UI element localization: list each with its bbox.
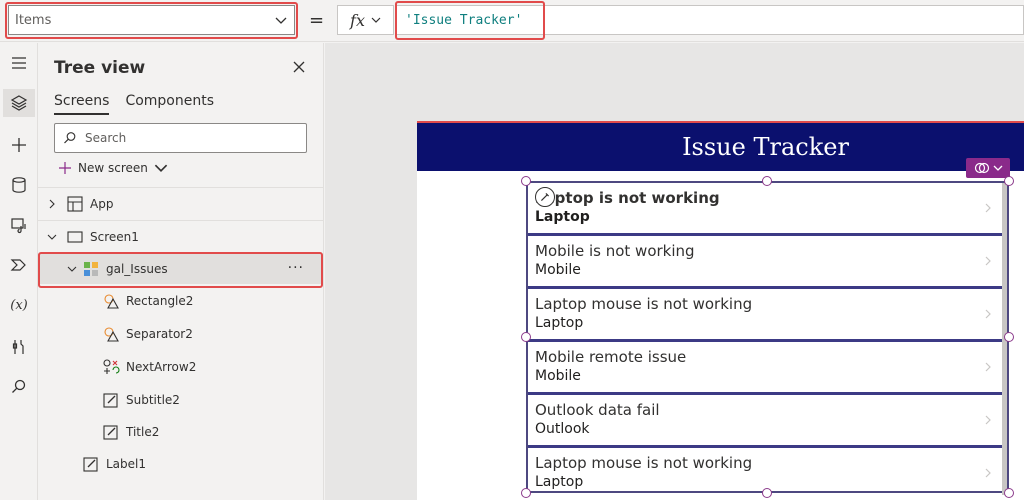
tree-node-title2[interactable]: Title2 <box>38 417 324 447</box>
app-header: Issue Tracker <box>417 121 1024 171</box>
chevron-down-icon <box>154 164 168 172</box>
chevron-right-icon[interactable] <box>983 360 993 374</box>
row-subtitle: Laptop <box>535 315 584 331</box>
tree-node-label: App <box>90 197 114 211</box>
tree-node-label: Separator2 <box>126 327 193 341</box>
power-apps-studio: Items = fx 'Issue Tracker' (x) Tree view… <box>0 0 1024 500</box>
shape-icon <box>104 294 119 309</box>
screen-icon <box>67 231 83 243</box>
formula-bar: Items = fx 'Issue Tracker' <box>0 0 1024 42</box>
row-title: Laptop mouse is not working <box>535 454 753 472</box>
chevron-down-icon <box>371 17 381 23</box>
search-icon[interactable] <box>3 373 35 401</box>
tree-node-label1[interactable]: Label1 <box>38 449 324 479</box>
tab-components[interactable]: Components <box>125 93 214 115</box>
app-screen: Issue Tracker Laptop is not working Lapt… <box>417 121 1024 500</box>
tree-node-app[interactable]: App <box>38 189 324 219</box>
tree-view-tabs: Screens Components <box>54 93 214 115</box>
database-icon[interactable] <box>3 171 35 199</box>
close-icon[interactable] <box>291 59 307 75</box>
power-automate-icon[interactable] <box>3 251 35 279</box>
gallery-badge[interactable] <box>966 158 1010 178</box>
row-title: Laptop mouse is not working <box>535 295 753 313</box>
plus-icon <box>59 162 71 174</box>
new-screen-label: New screen <box>78 161 148 175</box>
tree-node-label: Rectangle2 <box>126 294 194 308</box>
row-subtitle: Outlook <box>535 421 590 437</box>
resize-handle[interactable] <box>1004 488 1014 498</box>
divider <box>38 187 324 188</box>
tree-node-rectangle2[interactable]: Rectangle2 <box>38 286 324 316</box>
search-icon <box>64 132 76 144</box>
chevron-right-icon[interactable] <box>983 254 993 268</box>
fx-icon: fx <box>350 10 365 30</box>
divider <box>38 220 324 221</box>
icon-control-icon <box>103 359 120 374</box>
property-highlight-box <box>5 2 298 39</box>
label-icon <box>103 425 118 440</box>
resize-handle[interactable] <box>762 176 772 186</box>
variables-icon[interactable]: (x) <box>3 291 35 319</box>
resize-handle[interactable] <box>762 488 772 498</box>
chevron-right-icon[interactable] <box>983 307 993 321</box>
tools-icon[interactable] <box>3 333 35 361</box>
gallery-row[interactable]: Mobile is not working Mobile <box>528 236 1007 289</box>
tree-node-label: Label1 <box>106 457 147 471</box>
chevron-right-icon <box>49 199 55 209</box>
plus-icon[interactable] <box>3 131 35 159</box>
equals-sign: = <box>309 10 325 31</box>
tree-node-separator2[interactable]: Separator2 <box>38 319 324 349</box>
design-canvas: Issue Tracker Laptop is not working Lapt… <box>325 43 1024 500</box>
tree-node-label: Subtitle2 <box>126 393 180 407</box>
row-title: Mobile remote issue <box>535 348 687 366</box>
media-icon[interactable] <box>3 211 35 239</box>
row-subtitle: Laptop <box>535 209 590 225</box>
layers-icon[interactable] <box>3 89 35 117</box>
resize-handle[interactable] <box>1004 176 1014 186</box>
row-title: Laptop is not working <box>535 189 720 207</box>
tree-node-label: Title2 <box>126 425 160 439</box>
formula-highlight-box <box>395 1 545 40</box>
resize-handle[interactable] <box>521 488 531 498</box>
chevron-right-icon[interactable] <box>983 466 993 480</box>
row-title: Outlook data fail <box>535 401 660 419</box>
tree-view-title: Tree view <box>54 58 146 78</box>
new-screen-button[interactable]: New screen <box>58 161 168 175</box>
shape-icon <box>104 327 119 342</box>
gallery-row[interactable]: Laptop mouse is not working Laptop <box>528 289 1007 342</box>
tree-node-label: NextArrow2 <box>126 360 197 374</box>
search-placeholder: Search <box>85 131 127 145</box>
fx-button[interactable]: fx <box>337 5 394 35</box>
row-subtitle: Mobile <box>535 262 581 278</box>
gallery-row[interactable]: Laptop is not working Laptop <box>528 183 1007 236</box>
tab-screens[interactable]: Screens <box>54 93 110 115</box>
tree-node-label: Screen1 <box>90 230 139 244</box>
copilot-icon <box>974 162 989 174</box>
row-subtitle: Mobile <box>535 368 581 384</box>
row-title: Mobile is not working <box>535 242 695 260</box>
chevron-right-icon[interactable] <box>983 201 993 215</box>
edit-template-icon[interactable] <box>535 187 555 207</box>
resize-handle[interactable] <box>1004 332 1014 342</box>
chevron-down-icon <box>993 165 1002 171</box>
tree-node-subtitle2[interactable]: Subtitle2 <box>38 385 324 415</box>
resize-handle[interactable] <box>521 332 531 342</box>
left-rail: (x) <box>0 43 38 500</box>
header-title: Issue Tracker <box>682 133 849 161</box>
menu-icon[interactable] <box>3 49 35 77</box>
label-icon <box>103 393 118 408</box>
chevron-down-icon <box>47 234 57 240</box>
tree-node-nextarrow2[interactable]: NextArrow2 <box>38 352 324 382</box>
tree-search-input[interactable]: Search <box>54 123 307 153</box>
gallery-node-highlight-box <box>38 252 323 288</box>
gallery-row[interactable]: Outlook data fail Outlook <box>528 395 1007 448</box>
tree-node-screen1[interactable]: Screen1 <box>38 222 324 252</box>
label-icon <box>83 457 98 472</box>
gallery-gal-issues[interactable]: Laptop is not working Laptop Mobile is n… <box>526 181 1009 495</box>
gallery-row[interactable]: Mobile remote issue Mobile <box>528 342 1007 395</box>
app-icon <box>67 196 83 212</box>
resize-handle[interactable] <box>521 176 531 186</box>
chevron-right-icon[interactable] <box>983 413 993 427</box>
